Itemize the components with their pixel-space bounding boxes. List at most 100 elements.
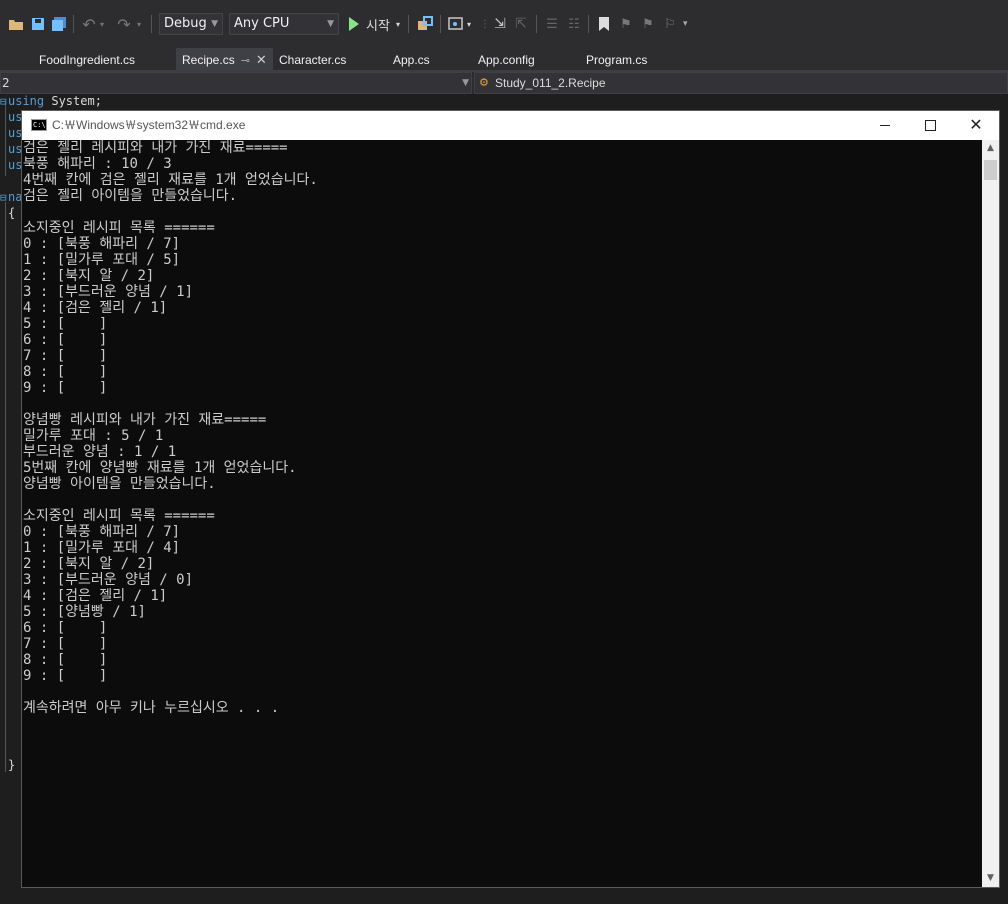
console-line: 검은 젤리 아이템을 만들었습니다. xyxy=(23,188,238,204)
tab-label: Recipe.cs xyxy=(182,53,235,67)
code-keyword: using xyxy=(8,94,45,108)
start-play-icon[interactable] xyxy=(349,17,359,31)
separator xyxy=(440,15,441,33)
tab-label: FoodIngredient.cs xyxy=(39,53,136,67)
collapse-marker-icon[interactable]: ⊟ xyxy=(0,95,7,108)
tab-foodingredient[interactable]: FoodIngredient.cs xyxy=(39,48,135,70)
member-value: Study_011_2.Recipe xyxy=(495,76,606,90)
minimize-button[interactable] xyxy=(862,111,908,139)
toolbar-overflow-icon[interactable]: ▾ xyxy=(683,13,688,35)
code-line: using System; xyxy=(8,94,102,108)
tab-program[interactable]: Program.cs xyxy=(586,48,647,70)
console-line: 4번째 칸에 검은 젤리 재료를 1개 얻었습니다. xyxy=(23,172,318,188)
separator xyxy=(588,15,589,33)
cmd-app-icon: C:\ xyxy=(31,119,47,131)
prev-bookmark-icon[interactable]: ⚑ xyxy=(617,15,635,33)
tab-label: App.cs xyxy=(393,53,430,67)
code-text: System; xyxy=(44,94,102,108)
console-line: 5 : [양념빵 / 1] xyxy=(23,604,146,620)
document-tabs: FoodIngredient.cs Recipe.cs ⊸ ✕ Character.… xyxy=(0,48,1008,72)
maximize-button[interactable] xyxy=(907,111,953,139)
cmd-window: C:\ C:￦Windows￦system32￦cmd.exe ✕ 검은 젤리 … xyxy=(21,110,1000,888)
console-output[interactable]: 검은 젤리 레시피와 내가 가진 재료===== 북풍 해파리 : 10 / 3… xyxy=(23,140,983,886)
outline-line xyxy=(5,102,6,176)
uncomment-icon[interactable]: ☷ xyxy=(565,15,583,33)
console-line: 7 : [ ] xyxy=(23,348,108,364)
save-all-icon[interactable] xyxy=(50,15,68,33)
next-bookmark-icon[interactable]: ⚑ xyxy=(639,15,657,33)
close-button[interactable]: ✕ xyxy=(953,111,999,139)
maximize-icon xyxy=(924,119,936,131)
vertical-scrollbar[interactable]: ▲ ▼ xyxy=(982,140,999,887)
configuration-select[interactable]: Debug ▼ xyxy=(159,13,223,35)
save-icon[interactable] xyxy=(29,15,47,33)
browser-dropdown-icon[interactable]: ▾ xyxy=(467,13,471,35)
separator xyxy=(408,15,409,33)
attach-icon[interactable] xyxy=(416,15,434,33)
console-line: 5번째 칸에 양념빵 재료를 1개 얻었습니다. xyxy=(23,460,297,476)
class-icon: ⚙ xyxy=(479,77,489,89)
separator xyxy=(536,15,537,33)
separator xyxy=(73,15,74,33)
open-folder-icon[interactable] xyxy=(7,15,25,33)
tab-app-cs[interactable]: App.cs xyxy=(393,48,430,70)
console-line: 4 : [검은 젤리 / 1] xyxy=(23,588,168,604)
scroll-thumb[interactable] xyxy=(984,160,997,180)
chevron-down-icon: ▼ xyxy=(327,19,334,29)
configuration-value: Debug xyxy=(164,16,207,31)
close-icon[interactable]: ✕ xyxy=(256,52,267,67)
code-line: { xyxy=(8,206,16,220)
undo-dropdown-icon[interactable]: ▾ xyxy=(100,13,104,35)
scroll-up-icon[interactable]: ▲ xyxy=(982,140,999,157)
tab-label: Character.cs xyxy=(279,53,347,67)
separator xyxy=(151,15,152,33)
console-line: 0 : [북풍 해파리 / 7] xyxy=(23,524,181,540)
console-line: 양념빵 아이템을 만들었습니다. xyxy=(23,476,216,492)
tab-character[interactable]: Character.cs xyxy=(279,48,346,70)
platform-value: Any CPU xyxy=(234,16,290,31)
start-label: 시작 xyxy=(366,18,390,34)
tab-recipe[interactable]: Recipe.cs ⊸ ✕ xyxy=(176,48,273,70)
minimize-icon xyxy=(880,124,890,126)
console-line: 9 : [ ] xyxy=(23,668,108,684)
pin-icon[interactable]: ⊸ xyxy=(241,55,250,67)
console-line: 양념빵 레시피와 내가 가진 재료===== xyxy=(23,412,267,428)
console-line: 2 : [북지 알 / 2] xyxy=(23,268,155,284)
undo-icon[interactable]: ↶ xyxy=(80,15,98,34)
console-line: 부드러운 양념 : 1 / 1 xyxy=(23,444,177,460)
project-dropdown[interactable]: 2 ▼ xyxy=(0,72,472,94)
console-line: 1 : [밀가루 포대 / 4] xyxy=(23,540,181,556)
console-line: 3 : [부드러운 양념 / 1] xyxy=(23,284,193,300)
start-button[interactable]: 시작 xyxy=(366,13,390,35)
chevron-down-icon: ▼ xyxy=(462,78,469,88)
console-line: 검은 젤리 레시피와 내가 가진 재료===== xyxy=(23,140,288,156)
toolbar-grip-icon: ⋮ xyxy=(480,18,490,30)
collapse-marker-icon[interactable]: ⊟ xyxy=(0,191,7,204)
cmd-title-bar[interactable]: C:\ C:￦Windows￦system32￦cmd.exe ✕ xyxy=(22,111,999,140)
code-line: } xyxy=(8,758,16,772)
redo-icon[interactable]: ↷ xyxy=(115,15,133,34)
console-line: 계속하려면 아무 키나 누르십시오 . . . xyxy=(23,700,280,716)
scroll-down-icon[interactable]: ▼ xyxy=(982,870,999,887)
platform-select[interactable]: Any CPU ▼ xyxy=(229,13,339,35)
step-into-icon[interactable]: ⇲ xyxy=(491,15,509,33)
tab-label: App.config xyxy=(478,53,535,67)
navigation-bar: 2 ▼ ⚙ Study_011_2.Recipe xyxy=(0,72,1008,94)
browser-link-icon[interactable] xyxy=(447,15,465,33)
console-line: 북풍 해파리 : 10 / 3 xyxy=(23,156,172,172)
console-line: 0 : [북풍 해파리 / 7] xyxy=(23,236,181,252)
cmd-title: C:￦Windows￦system32￦cmd.exe xyxy=(52,118,246,132)
member-dropdown[interactable]: ⚙ Study_011_2.Recipe xyxy=(474,72,1008,94)
console-line: 2 : [북지 알 / 2] xyxy=(23,556,155,572)
clear-bookmarks-icon[interactable]: ⚐ xyxy=(661,15,679,33)
comment-icon[interactable]: ☰ xyxy=(543,15,561,33)
console-line: 소지중인 레시피 목록 ====== xyxy=(23,220,215,236)
start-dropdown-icon[interactable]: ▾ xyxy=(396,13,400,35)
vs-toolbar: ↶ ▾ ↷ ▾ Debug ▼ Any CPU ▼ 시작 ▾ ▾ ⋮ ⇲ ⇱ ☰… xyxy=(0,0,1008,48)
step-over-icon[interactable]: ⇱ xyxy=(512,15,530,33)
tab-label: Program.cs xyxy=(586,53,648,67)
redo-dropdown-icon[interactable]: ▾ xyxy=(137,13,141,35)
tab-app-config[interactable]: App.config xyxy=(478,48,535,70)
bookmark-icon[interactable] xyxy=(595,15,613,33)
project-value: 2 xyxy=(2,76,10,90)
